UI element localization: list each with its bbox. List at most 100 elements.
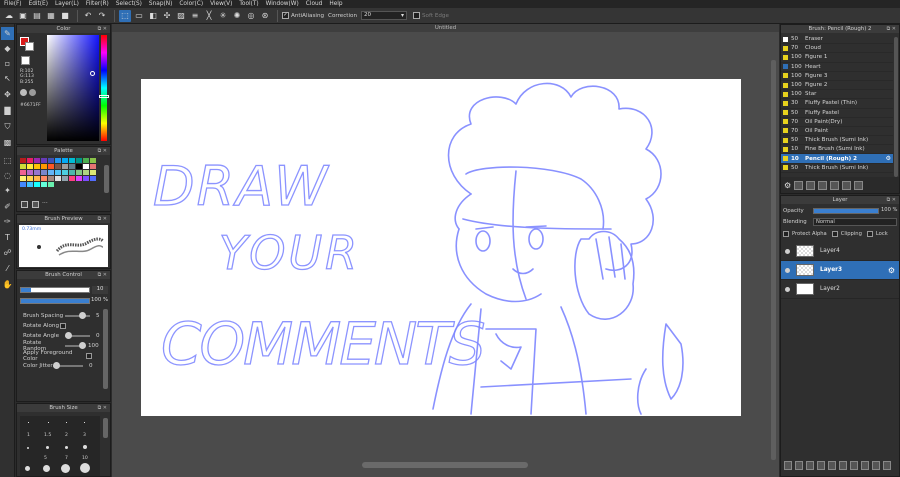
chat-icon[interactable]: ▣ [17,10,29,22]
dot-tool-icon[interactable]: ▫ [1,57,14,70]
palette-swatch[interactable] [83,164,89,169]
brush-item[interactable]: 50 Thick Brush (Sumi Ink) [781,164,893,173]
undo-icon[interactable]: ↶ [82,10,94,22]
size-dot[interactable] [46,446,49,449]
eraser-tool-icon[interactable]: ◆ [1,42,14,55]
apply-foreground-row[interactable]: Apply Foreground Color [17,350,107,362]
save-icon[interactable]: ■ [59,10,71,22]
palette-swatch[interactable] [41,164,47,169]
text-tool-icon[interactable]: T [1,231,14,244]
size-dot[interactable] [80,463,90,473]
size-dot[interactable] [61,464,70,473]
slider-knob[interactable] [53,362,60,369]
brush-size-value[interactable]: 10 [92,286,108,294]
palette-swatch[interactable] [62,164,68,169]
background-swatch[interactable] [25,42,34,51]
panel-popout-icon[interactable]: ⧉ ✕ [98,215,107,223]
transparent-swatch[interactable] [21,56,30,65]
palette-swatch[interactable] [55,170,61,175]
brush-folder-icon[interactable] [818,180,828,190]
new-halftone-layer-icon[interactable] [795,460,803,470]
size-dot[interactable] [48,422,49,423]
brush-item[interactable]: 100 Figure 2 [781,81,893,91]
snap-cross-icon[interactable]: ╳ [203,10,215,22]
select-invert-icon[interactable]: ◧ [147,10,159,22]
select-eraser-icon[interactable]: ✑ [1,215,14,228]
palette-swatch[interactable] [41,158,47,163]
brush-list-scrollbar[interactable] [894,37,898,177]
palette-swatch[interactable] [83,170,89,175]
brush-item[interactable]: 100 Figure 3 [781,72,893,81]
snap-radial-icon[interactable]: ✺ [231,10,243,22]
size-dot[interactable] [43,465,50,472]
merge-layer-icon[interactable] [828,460,836,470]
palette-swatch[interactable] [34,164,40,169]
slider-knob[interactable] [79,312,86,319]
size-dot[interactable] [84,422,85,423]
visibility-eye-icon[interactable] [785,286,790,292]
palette-swatch[interactable] [90,176,96,181]
palette-swatch[interactable] [41,176,47,181]
magic-wand-icon[interactable]: ✦ [1,184,14,197]
soft-edge-checkbox[interactable] [413,12,420,19]
palette-swatch[interactable] [62,176,68,181]
color-mode-icon[interactable] [20,89,27,96]
snap-vanish-icon[interactable]: ✳ [217,10,229,22]
brush-item[interactable]: 100 Heart [781,63,893,72]
palette-swatch[interactable] [34,176,40,181]
brush-size-slider[interactable] [20,287,90,293]
palette-swatch[interactable] [20,176,26,181]
layer-row-layer4[interactable]: Layer4 [781,242,899,261]
brush-item[interactable]: 50 Fluffy Pastel [781,109,893,118]
gradient-tool-icon[interactable]: ▩ [1,136,14,149]
brush-settings-gear-icon[interactable]: ⚙ [886,155,891,162]
lock-checkbox[interactable] [866,231,873,237]
hand-tool-icon[interactable]: ✋ [1,278,14,291]
brush-item[interactable]: 100 Star [781,90,893,100]
palette-scrollbar[interactable] [104,165,109,193]
layer-row-layer3[interactable]: Layer3 ⚙ [781,261,899,280]
menu-color[interactable]: Color(C) [179,1,203,7]
rotate-along-row[interactable]: Rotate Along [17,321,107,331]
brush-opacity-slider[interactable] [20,298,90,304]
operation-tool-icon[interactable]: ☍ [1,246,14,259]
layer-folder-icon[interactable] [872,460,880,470]
redo-icon[interactable]: ↷ [96,10,108,22]
visibility-eye-icon[interactable] [785,248,790,254]
menu-layer[interactable]: Layer(L) [55,1,79,7]
palette-swatch[interactable] [34,182,40,187]
palette-swatch[interactable] [69,158,75,163]
duplicate-layer-icon[interactable] [817,460,825,470]
brush-import-icon[interactable] [830,180,840,190]
bucket-tool-icon[interactable]: ⛉ [1,120,14,133]
eyedropper-icon[interactable]: ⁄ [1,262,14,275]
snap-curve-icon[interactable]: ⊛ [259,10,271,22]
select-clear-icon[interactable]: ▭ [133,10,145,22]
palette-swatch[interactable] [69,176,75,181]
size-dot[interactable] [83,445,87,449]
brush-control-scrollbar[interactable] [103,309,108,389]
brush-settings-icon[interactable]: ⚙ [784,181,791,190]
palette-swatch[interactable] [20,170,26,175]
snap-circle-icon[interactable]: ◎ [245,10,257,22]
document-tab[interactable]: Untitled [112,24,779,32]
snap-parallel-icon[interactable]: ≡ [189,10,201,22]
layer-trash-icon[interactable] [883,460,891,470]
palette-swatch[interactable] [55,158,61,163]
brush-spacing-slider[interactable] [65,312,90,319]
brush-add-icon[interactable] [794,180,804,190]
clipping-checkbox[interactable] [831,231,838,237]
palette-swatch[interactable] [27,170,33,175]
hue-slider[interactable] [101,35,107,141]
panel-popout-icon[interactable]: ⧉ ✕ [887,196,896,204]
brush-size-scrollbar[interactable] [103,418,108,438]
hex-value[interactable]: #6671FF [20,103,41,108]
palette-swatch[interactable] [41,170,47,175]
menu-view[interactable]: View(V) [210,1,232,7]
slider-knob[interactable] [79,342,86,349]
palette-swatch[interactable] [48,182,54,187]
palette-swatch[interactable] [76,176,82,181]
menu-cloud[interactable]: Cloud [306,1,323,7]
visibility-eye-icon[interactable] [785,267,790,273]
canvas[interactable]: DRAW YOUR COMMENTS [141,79,741,416]
